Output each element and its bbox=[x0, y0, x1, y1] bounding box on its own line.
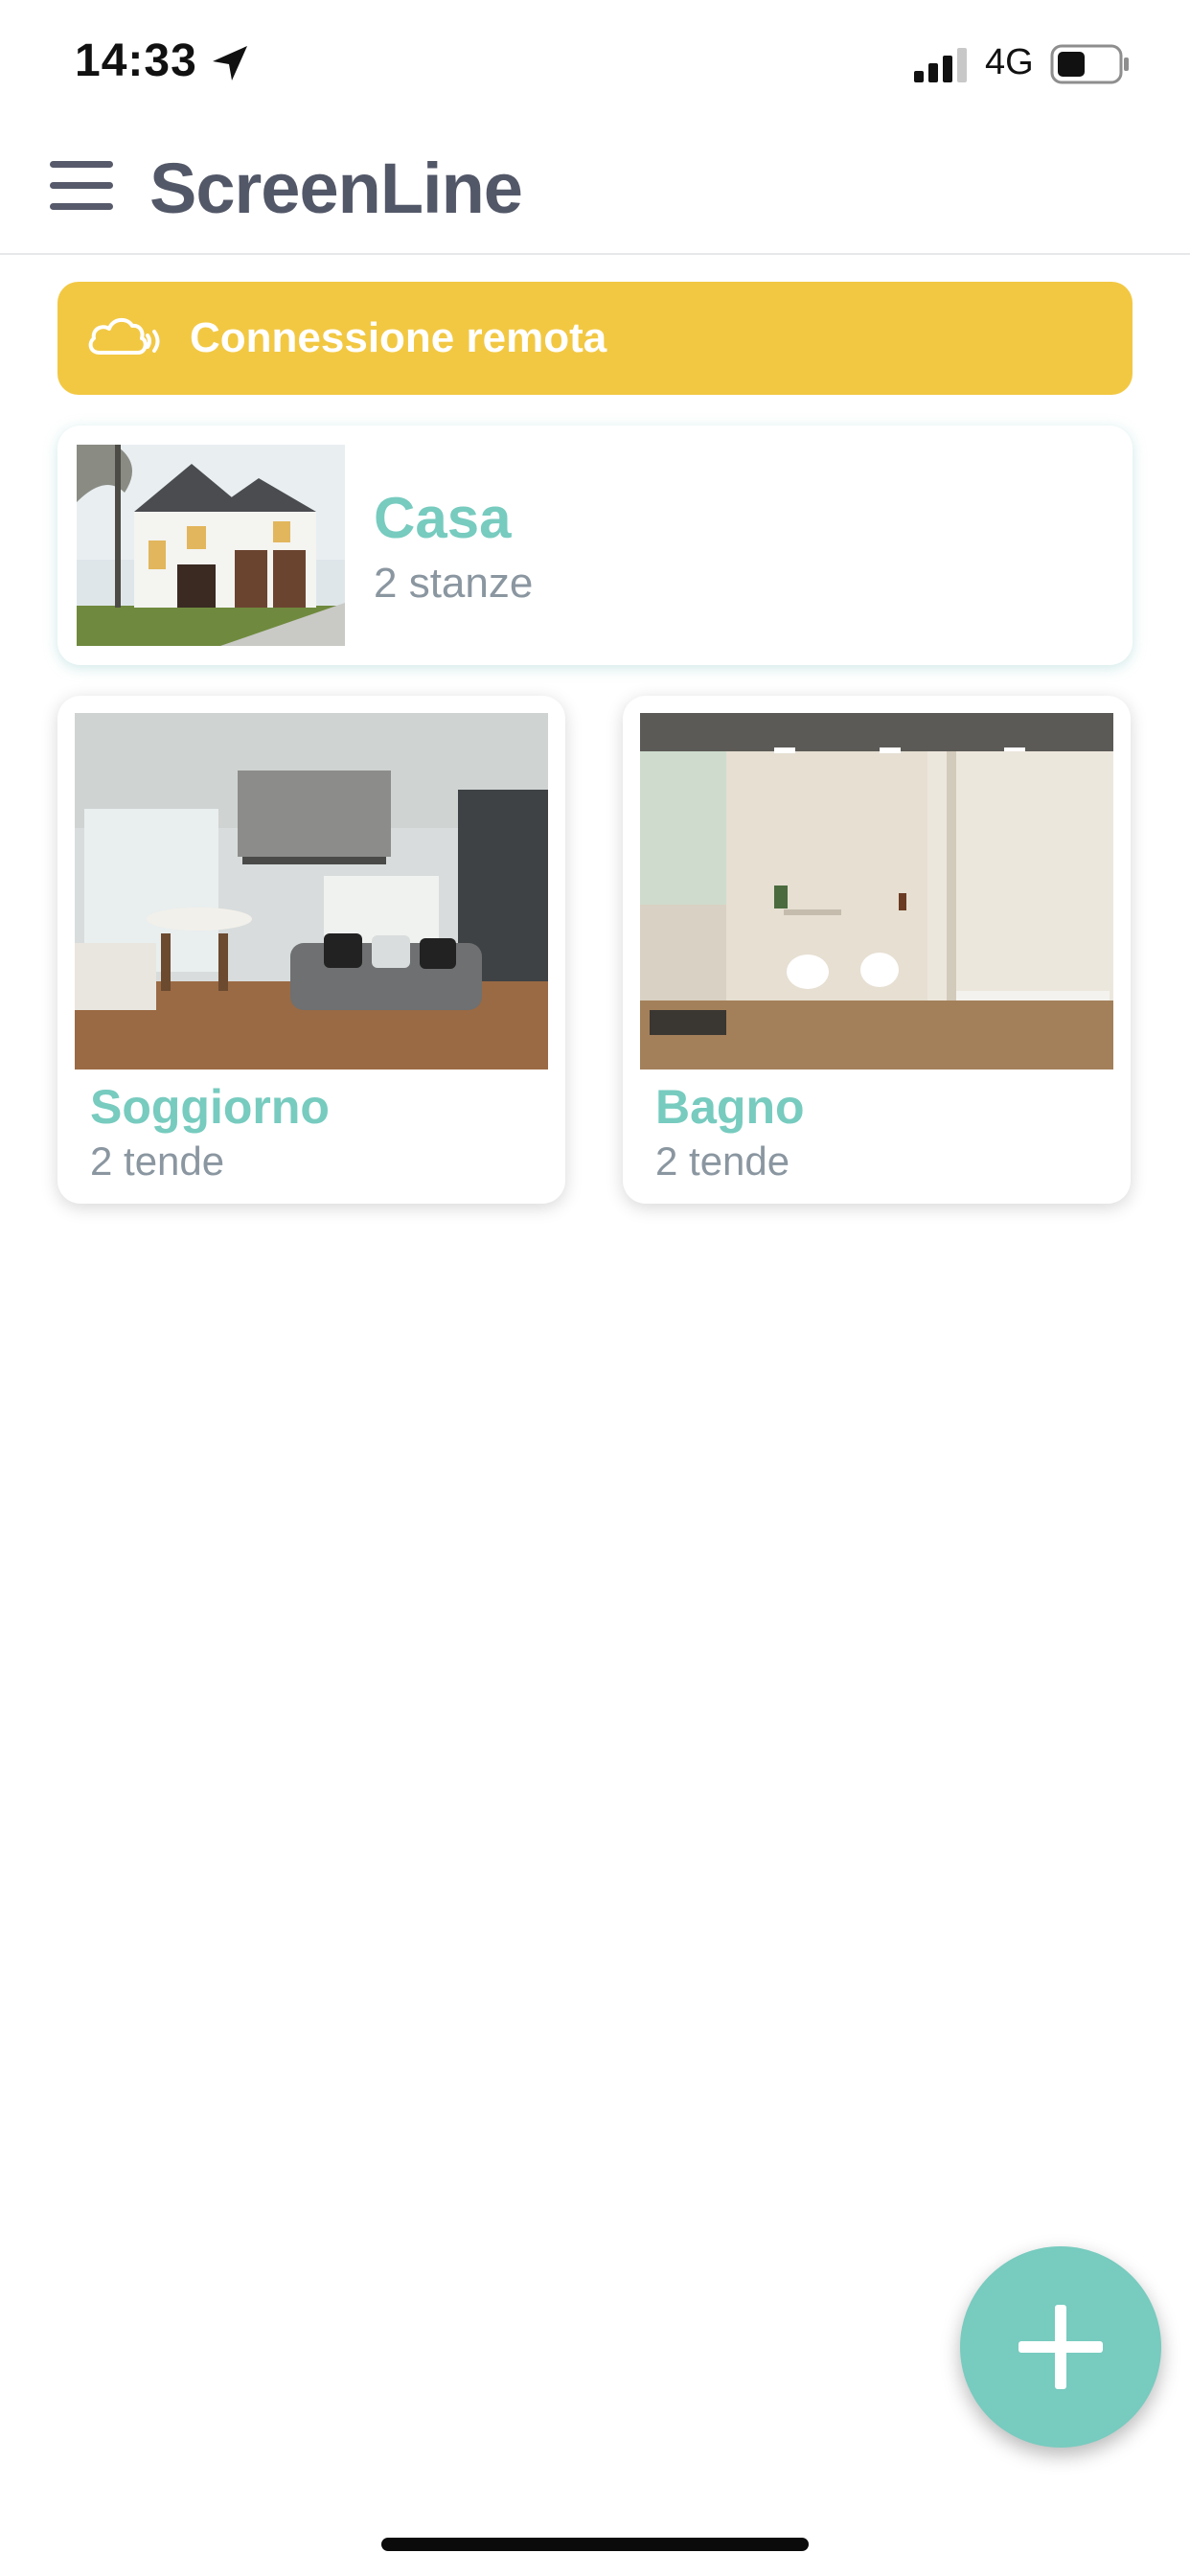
location-arrow-icon bbox=[213, 46, 247, 80]
room-name: Bagno bbox=[655, 1080, 805, 1134]
network-type: 4G bbox=[985, 42, 1034, 82]
cellular-signal-icon bbox=[914, 48, 967, 82]
app-title: ScreenLine bbox=[149, 149, 523, 228]
home-indicator[interactable] bbox=[381, 2538, 809, 2551]
home-room-count: 2 stanze bbox=[374, 560, 534, 607]
home-name: Casa bbox=[374, 486, 512, 550]
remote-connection-banner[interactable]: Connessione remota bbox=[57, 282, 1133, 395]
room-image bbox=[640, 713, 1113, 1070]
room-card-bagno[interactable]: Bagno 2 tende bbox=[623, 696, 1131, 1204]
cloud-signal-icon bbox=[88, 317, 160, 355]
status-bar: 14:33 4G bbox=[0, 0, 1190, 134]
hamburger-menu-icon[interactable] bbox=[50, 161, 115, 215]
add-button[interactable] bbox=[960, 2246, 1161, 2448]
app-header: ScreenLine bbox=[0, 134, 1190, 255]
status-time: 14:33 bbox=[75, 35, 197, 86]
room-card-soggiorno[interactable]: Soggiorno 2 tende bbox=[57, 696, 565, 1204]
battery-icon bbox=[1050, 44, 1129, 84]
room-image bbox=[75, 713, 548, 1070]
home-card[interactable]: Casa 2 stanze bbox=[57, 426, 1133, 665]
room-curtain-count: 2 tende bbox=[90, 1138, 225, 1184]
banner-label: Connessione remota bbox=[190, 314, 607, 361]
room-curtain-count: 2 tende bbox=[655, 1138, 790, 1184]
home-image bbox=[77, 445, 345, 646]
room-name: Soggiorno bbox=[90, 1080, 330, 1134]
plus-icon bbox=[1018, 2305, 1103, 2389]
